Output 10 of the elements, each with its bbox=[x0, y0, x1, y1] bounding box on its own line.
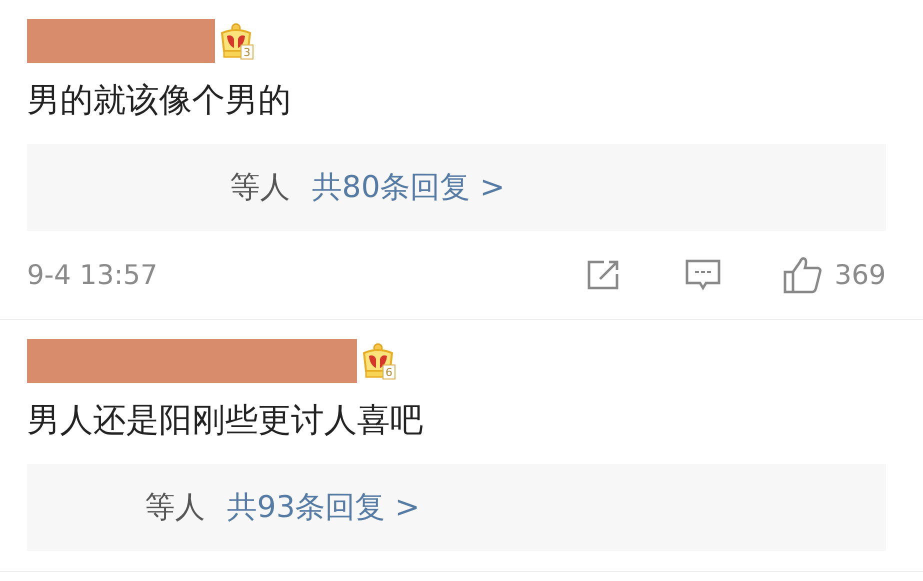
like-icon[interactable] bbox=[782, 256, 822, 294]
comment-text: 男人还是阳刚些更讨人喜吧 bbox=[27, 400, 424, 440]
comment-time: 9-4 13:57 bbox=[27, 260, 158, 290]
comment-icon[interactable] bbox=[684, 258, 722, 292]
reply-users: 等人 bbox=[230, 169, 290, 207]
replies-link[interactable]: 共93条回复 > bbox=[227, 487, 420, 528]
replies-link[interactable]: 共80条回复 > bbox=[312, 167, 505, 208]
like-count: 369 bbox=[834, 260, 886, 290]
comment-text: 男的就该像个男的 bbox=[27, 80, 292, 120]
reply-users: 等人 bbox=[145, 489, 205, 527]
